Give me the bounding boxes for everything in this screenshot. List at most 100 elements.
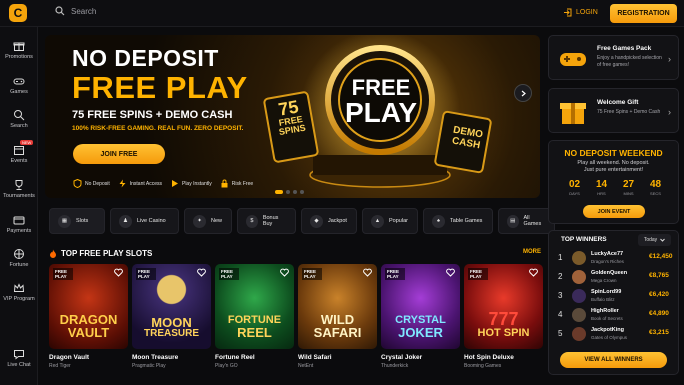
hero-subtitle: 75 FREE SPINS + DEMO CASH — [72, 109, 233, 121]
sidebar-item-tournaments[interactable]: Tournaments — [0, 179, 38, 199]
category-live-casino[interactable]: ♟ Live Casino — [110, 208, 179, 234]
winner-name: HighRoller — [591, 308, 619, 314]
sidebar-item-promotions[interactable]: Promotions — [0, 40, 38, 60]
sidebar-item-events[interactable]: NEW Events — [0, 140, 38, 164]
event-desc-line2: Just pure entertainment! — [583, 167, 644, 174]
promo-title: Free Games Pack — [597, 45, 652, 52]
sidebar-item-search[interactable]: Search — [0, 109, 38, 129]
avatar — [572, 251, 586, 265]
avatar — [572, 289, 586, 303]
bolt-icon — [119, 179, 126, 188]
category-label: New — [211, 218, 223, 224]
period-select[interactable]: Today — [638, 234, 671, 246]
carousel-dot[interactable] — [275, 190, 283, 194]
sidebar-item-games[interactable]: Games — [0, 75, 38, 95]
sidebar-item-label: Promotions — [5, 54, 33, 60]
slot-card[interactable]: FREE PLAY MOON TREASURE Moon Treasure Prag… — [132, 264, 211, 369]
heart-icon[interactable] — [446, 268, 455, 277]
logo[interactable]: C — [9, 4, 27, 22]
badge-line2: PLAY — [387, 274, 399, 279]
search-icon — [55, 6, 65, 16]
heart-icon[interactable] — [114, 268, 123, 277]
new-badge: NEW — [20, 140, 34, 145]
promo-welcome-gift[interactable]: Welcome Gift 75 Free Spins + Demo Cash › — [548, 88, 679, 133]
sidebar-item-label: Games — [10, 89, 28, 95]
category-popular[interactable]: ▲ Popular — [362, 208, 418, 234]
carousel-dots — [275, 190, 304, 194]
winner-row[interactable]: 5 JackpotKing Gates of Olympus €3,215 — [549, 326, 680, 346]
promo-free-games-pack[interactable]: Free Games Pack Enjoy a handpicked selec… — [548, 35, 679, 80]
shield-icon — [73, 179, 82, 188]
free-play-badge: FREE PLAY — [53, 268, 73, 280]
sidebar-item-label: Tournaments — [3, 193, 35, 199]
feature-instant-access: Instant Access — [118, 179, 162, 188]
wheel-icon — [14, 249, 24, 259]
category-bonus-buy[interactable]: $ Bonus Buy — [237, 208, 296, 234]
fire-icon — [50, 249, 56, 258]
sidebar-item-payments[interactable]: Payments — [0, 214, 38, 234]
trophy-icon — [15, 180, 23, 190]
category-slots[interactable]: ▦ Slots — [49, 208, 105, 234]
category-jackpot[interactable]: ◆ Jackpot — [301, 208, 357, 234]
feature-label: Instant Access — [129, 180, 162, 187]
sidebar-item-label: VIP Program — [3, 296, 35, 302]
winner-row[interactable]: 4 HighRoller Book of Secrets €4,890 — [549, 307, 680, 327]
slot-card[interactable]: FREE PLAY 777 HOT SPIN Hot Spin Deluxe Boo… — [464, 264, 543, 369]
slot-card[interactable]: FREE PLAY DRAGON VAULT Dragon Vault Red Ti… — [49, 264, 128, 369]
carousel-dot[interactable] — [293, 190, 297, 194]
slot-card[interactable]: FREE PLAY CRYSTAL JOKER Crystal Joker Thun… — [381, 264, 460, 369]
category-label: All Games — [523, 215, 542, 227]
dealer-icon: ♟ — [119, 214, 132, 228]
winner-game: Mega Crown — [591, 278, 617, 283]
free-play-badge: FREE PLAY — [136, 268, 156, 280]
winner-row[interactable]: 2 GoldenQueen Mega Crown €8,765 — [549, 269, 680, 289]
timer-hours: 14 HRS — [588, 179, 615, 196]
gamepad-icon — [560, 53, 586, 66]
category-table-games[interactable]: ♠ Table Games — [423, 208, 493, 234]
registration-button[interactable]: REGISTRATION — [610, 4, 677, 23]
category-bar: ▦ Slots ♟ Live Casino ✦ New $ Bonus Buy ◆ Jac… — [49, 208, 555, 234]
login-icon — [564, 8, 572, 17]
timer-value: 27 — [622, 179, 635, 190]
heart-icon[interactable] — [280, 268, 289, 277]
play-icon — [171, 180, 178, 187]
category-all-games[interactable]: ▤ All Games — [498, 208, 555, 234]
winner-row[interactable]: 3 SpinLord99 Buffalo Blitz €6,420 — [549, 288, 680, 308]
badge-line2: PLAY — [55, 274, 67, 279]
winner-row[interactable]: 1 LuckyAce77 Dragon's Riches €12,450 — [549, 250, 680, 270]
join-event-button[interactable]: JOIN EVENT — [583, 205, 645, 218]
search-bar[interactable]: Search — [55, 6, 96, 16]
sidebar-item-label: Search — [10, 123, 28, 129]
feature-label: Risk Free — [231, 180, 254, 187]
winner-rank: 2 — [558, 272, 563, 281]
diamond-icon: ◆ — [310, 214, 323, 228]
live-chat-label: Live Chat — [7, 362, 31, 368]
login-button[interactable]: LOGIN — [563, 8, 598, 17]
heart-icon[interactable] — [197, 268, 206, 277]
sidebar-item-label: Fortune — [9, 262, 29, 268]
more-link[interactable]: MORE — [523, 249, 541, 255]
live-chat-button[interactable]: Live Chat — [0, 348, 38, 368]
carousel-dot[interactable] — [286, 190, 290, 194]
carousel-next-button[interactable] — [514, 84, 532, 102]
slot-provider: Red Tiger — [49, 363, 71, 369]
winner-game: Buffalo Blitz — [591, 297, 615, 302]
search-input[interactable]: Search — [71, 7, 96, 16]
logo-glyph: C — [13, 6, 23, 20]
top-winners-panel: TOP WINNERS Today 1 LuckyAce77 Dragon's … — [548, 230, 679, 375]
slot-list: FREE PLAY DRAGON VAULT Dragon Vault Red Ti… — [49, 264, 543, 369]
sidebar-item-vip-program[interactable]: VIP Program — [0, 282, 38, 302]
category-new[interactable]: ✦ New — [184, 208, 232, 234]
slot-card[interactable]: FREE PLAY WILD SAFARI Wild Safari NetEnt — [298, 264, 377, 369]
sidebar-item-fortune[interactable]: Fortune — [0, 248, 38, 268]
heart-icon[interactable] — [363, 268, 372, 277]
carousel-dot[interactable] — [300, 190, 304, 194]
slot-thumbnail: FREE PLAY CRYSTAL JOKER — [381, 264, 460, 349]
join-free-button[interactable]: JOIN FREE — [73, 144, 165, 164]
hero-banner[interactable]: FREE PLAY 75 FREE SPINS DEMO CASH NO DEP… — [45, 35, 540, 198]
winner-game: Book of Secrets — [591, 316, 623, 321]
heart-icon[interactable] — [529, 268, 538, 277]
chevron-right-icon — [521, 90, 526, 96]
slot-card[interactable]: FREE PLAY FORTUNE REEL Fortune Reel Play'n… — [215, 264, 294, 369]
view-all-winners-button[interactable]: VIEW ALL WINNERS — [560, 352, 667, 368]
